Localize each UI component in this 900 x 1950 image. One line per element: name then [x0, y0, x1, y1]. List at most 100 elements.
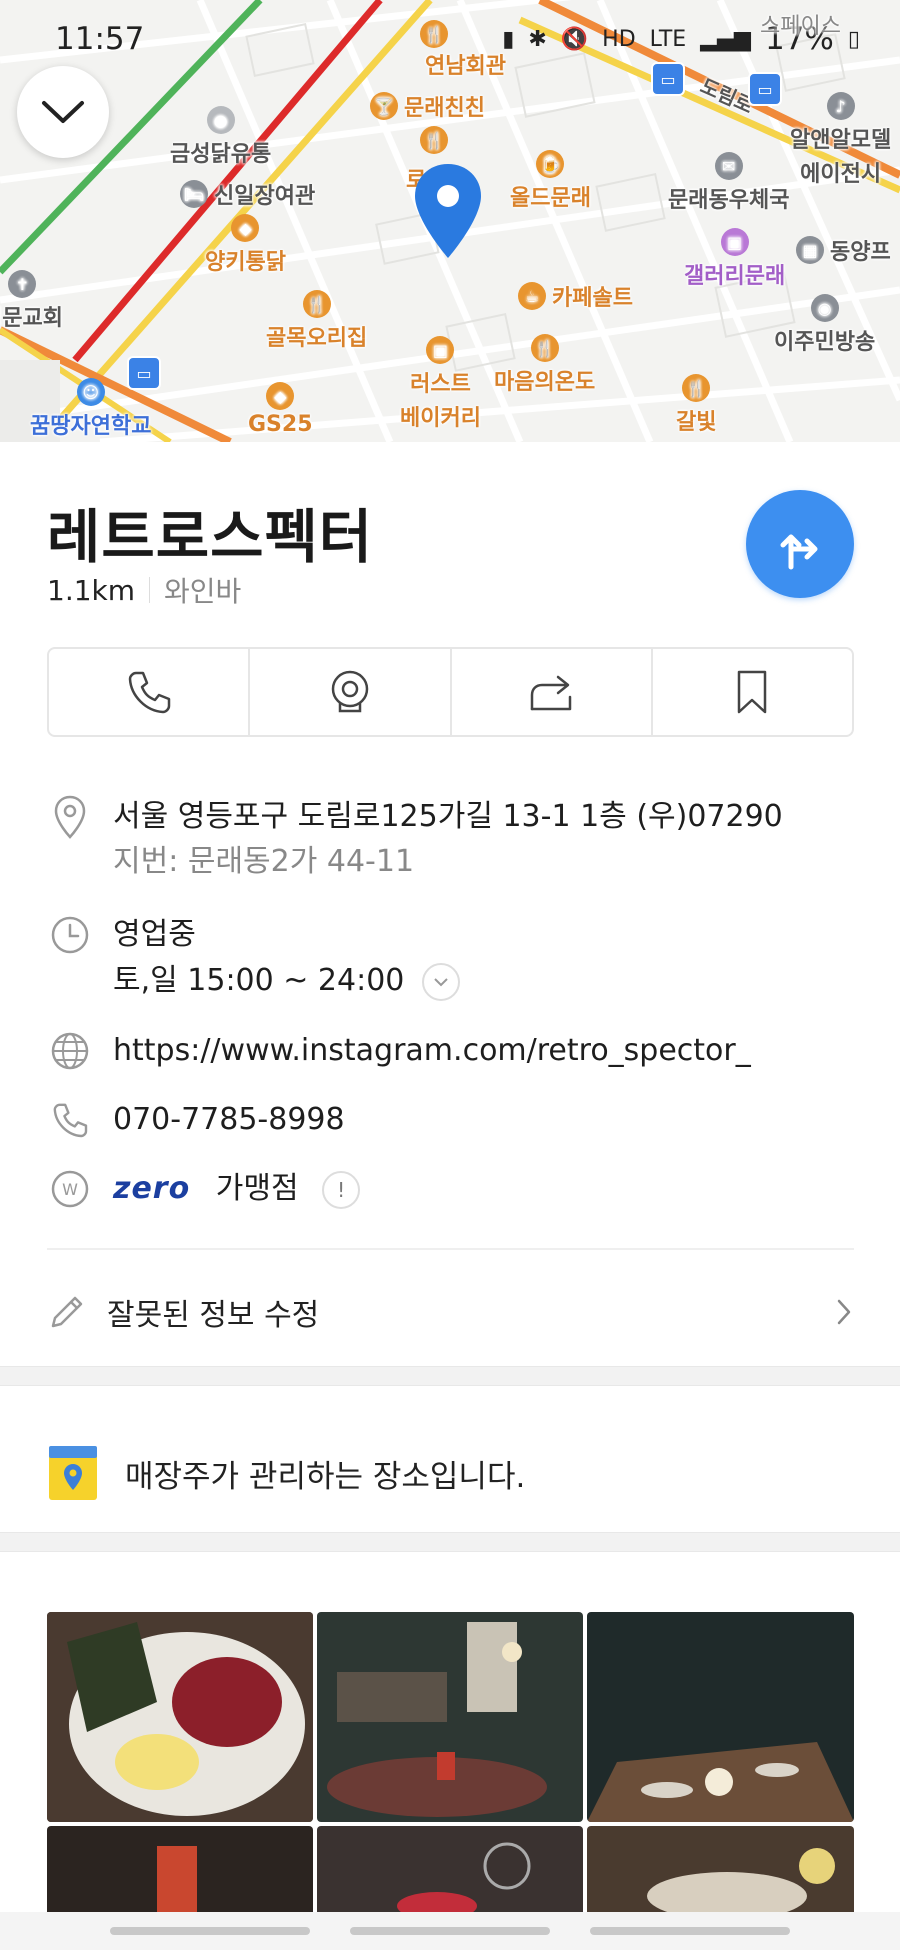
- save-button[interactable]: [653, 649, 852, 735]
- directions-button[interactable]: [746, 490, 854, 598]
- map-poi-golmok[interactable]: 🍴 골목오리집: [266, 290, 367, 352]
- map-poi-maeum[interactable]: 🍴 마음의온도: [494, 334, 595, 396]
- hours-line: 토,일 15:00 ~ 24:00: [113, 958, 460, 1004]
- address-row: 서울 영등포구 도림로125가길 13-1 1층 (우)07290 지번: 문래…: [47, 794, 783, 884]
- chevron-down-icon: [42, 101, 84, 123]
- phone-icon: [47, 1097, 93, 1143]
- map-poi-church[interactable]: ✝ 영문교회: [0, 270, 63, 332]
- call-button[interactable]: [49, 649, 251, 735]
- photo-thumbnail[interactable]: [47, 1826, 313, 1926]
- phone-row: 070-7785-8998: [47, 1097, 345, 1143]
- battery-icon: ▯: [847, 26, 860, 52]
- restaurant-icon: 🍴: [682, 374, 711, 402]
- section-divider: [47, 1248, 854, 1250]
- map-poi-gallery[interactable]: ▣ 갤러리문래: [684, 228, 785, 290]
- dish-photo-image: [587, 1826, 854, 1926]
- interior-photo-image: [317, 1612, 583, 1822]
- place-category: 와인바: [164, 575, 242, 608]
- bus-stop-icon[interactable]: ▭: [127, 356, 161, 390]
- photo-thumbnail[interactable]: [47, 1612, 313, 1822]
- store-badge-icon: [49, 1446, 97, 1500]
- map-poi-post[interactable]: ✉ 문래동우체국: [668, 152, 789, 214]
- photo-thumbnail[interactable]: [317, 1826, 583, 1926]
- map-poi-yangki[interactable]: ◆ 양키통닭: [205, 214, 286, 276]
- expand-hours-button[interactable]: [421, 962, 460, 1001]
- action-bar: [47, 647, 854, 737]
- share-button[interactable]: [452, 649, 653, 735]
- website-row: https://www.instagram.com/retro_spector_: [47, 1028, 751, 1074]
- map-view[interactable]: 11:57 ▮ ✱ 🔇 HD LTE ▂▄▆ 17% ▯ 🍴 연남회관 🍸 문래…: [0, 0, 900, 442]
- phone-icon: [128, 671, 170, 714]
- globe-icon: [47, 1028, 93, 1074]
- drinks-photo-image: [47, 1826, 313, 1926]
- place-icon: ●: [206, 106, 235, 134]
- nav-recent-button[interactable]: [110, 1927, 310, 1935]
- pencil-icon: [51, 1296, 83, 1328]
- edit-info-row[interactable]: 잘못된 정보 수정: [47, 1282, 854, 1342]
- zeropay-won-icon: W: [47, 1166, 93, 1212]
- bakery-icon: ▣: [426, 336, 455, 364]
- website-link[interactable]: https://www.instagram.com/retro_spector_: [113, 1028, 751, 1074]
- music-icon: ♪: [826, 92, 855, 120]
- owner-managed-label: 매장주가 관리하는 장소입니다.: [125, 1458, 526, 1495]
- chevron-down-icon: [434, 977, 448, 986]
- roadview-button[interactable]: [250, 649, 452, 735]
- hours-text: 토,일 15:00 ~ 24:00: [113, 963, 405, 998]
- photo-thumbnail[interactable]: [317, 1612, 583, 1822]
- address-text[interactable]: 서울 영등포구 도림로125가길 13-1 1층 (우)07290: [113, 794, 783, 840]
- bus-stop-icon[interactable]: ▭: [651, 62, 685, 96]
- svg-text:W: W: [62, 1180, 78, 1199]
- section-gap: [0, 1366, 900, 1386]
- map-poi-gs25[interactable]: ◆ GS25: [248, 382, 313, 437]
- info-icon[interactable]: !: [322, 1170, 361, 1209]
- church-icon: ✝: [8, 270, 37, 298]
- phone-link[interactable]: 070-7785-8998: [113, 1097, 345, 1143]
- map-label-yeonnam[interactable]: 연남회관: [425, 48, 506, 80]
- restaurant-icon: 🍴: [420, 126, 448, 154]
- hotel-icon: 🛏: [180, 180, 208, 208]
- place-meta: 1.1km 와인바: [47, 570, 241, 610]
- collapse-map-button[interactable]: [17, 66, 109, 158]
- cafe-icon: ☕: [518, 282, 546, 310]
- meta-divider: [149, 577, 151, 603]
- map-poi-yeonnam[interactable]: 🍴: [420, 20, 448, 48]
- map-poi-alaeal[interactable]: ♪ 알앤알모델 에이전시: [790, 92, 891, 188]
- mute-icon: 🔇: [560, 26, 589, 52]
- clock-icon: [47, 912, 93, 958]
- place-detail-screen: 11:57 ▮ ✱ 🔇 HD LTE ▂▄▆ 17% ▯ 🍴 연남회관 🍸 문래…: [0, 0, 900, 1950]
- map-poi-galbit[interactable]: 🍴 갈빛: [676, 374, 716, 436]
- zeropay-label: 가맹점: [215, 1171, 299, 1206]
- map-poi-cafe-salt[interactable]: ☕ 카페솔트: [518, 280, 633, 312]
- table-photo-image: [587, 1612, 854, 1822]
- map-poi-munraechinchin[interactable]: 🍸 문래친친: [370, 90, 485, 122]
- location-pin-icon[interactable]: [413, 162, 483, 260]
- restaurant-icon: 🍴: [302, 290, 331, 318]
- wine-photo-image: [317, 1826, 583, 1926]
- map-poi-rust[interactable]: ▣ 러스트 베이커리: [400, 336, 481, 432]
- map-poi-dongyang[interactable]: ▦ 동양프: [796, 234, 891, 266]
- map-poi-sinil[interactable]: 🛏 신일장여관: [180, 178, 315, 210]
- map-poi-leejumin[interactable]: ◉ 이주민방송: [774, 294, 875, 356]
- edit-info-label: 잘못된 정보 수정: [107, 1298, 320, 1333]
- section-gap: [0, 1532, 900, 1552]
- nav-home-button[interactable]: [350, 1927, 550, 1935]
- zeropay-info: zero 가맹점 !: [113, 1166, 361, 1212]
- building-icon: ▦: [796, 236, 824, 264]
- map-poi-old[interactable]: 🍺 올드문래: [510, 150, 591, 212]
- owner-managed-row: 매장주가 관리하는 장소입니다.: [47, 1444, 525, 1502]
- broadcast-icon: ◉: [810, 294, 839, 322]
- map-pin-icon: [47, 794, 93, 840]
- lte-badge: LTE: [649, 26, 687, 52]
- bus-stop-icon[interactable]: ▭: [748, 72, 782, 106]
- bookmark-icon: [738, 670, 767, 714]
- food-photo-image: [47, 1612, 313, 1822]
- gallery-icon: ▣: [720, 228, 749, 256]
- photo-thumbnail[interactable]: [587, 1612, 854, 1822]
- map-poi-geumseong[interactable]: ● 금성닭유통: [170, 106, 271, 168]
- nav-back-button[interactable]: [590, 1927, 790, 1935]
- map-label-space: 스페이스: [760, 14, 841, 39]
- photo-thumbnail[interactable]: [587, 1826, 854, 1926]
- restaurant-icon: 🍴: [420, 20, 448, 48]
- zeropay-row: W zero 가맹점 !: [47, 1166, 361, 1212]
- signal-icon: ▂▄▆: [700, 26, 751, 52]
